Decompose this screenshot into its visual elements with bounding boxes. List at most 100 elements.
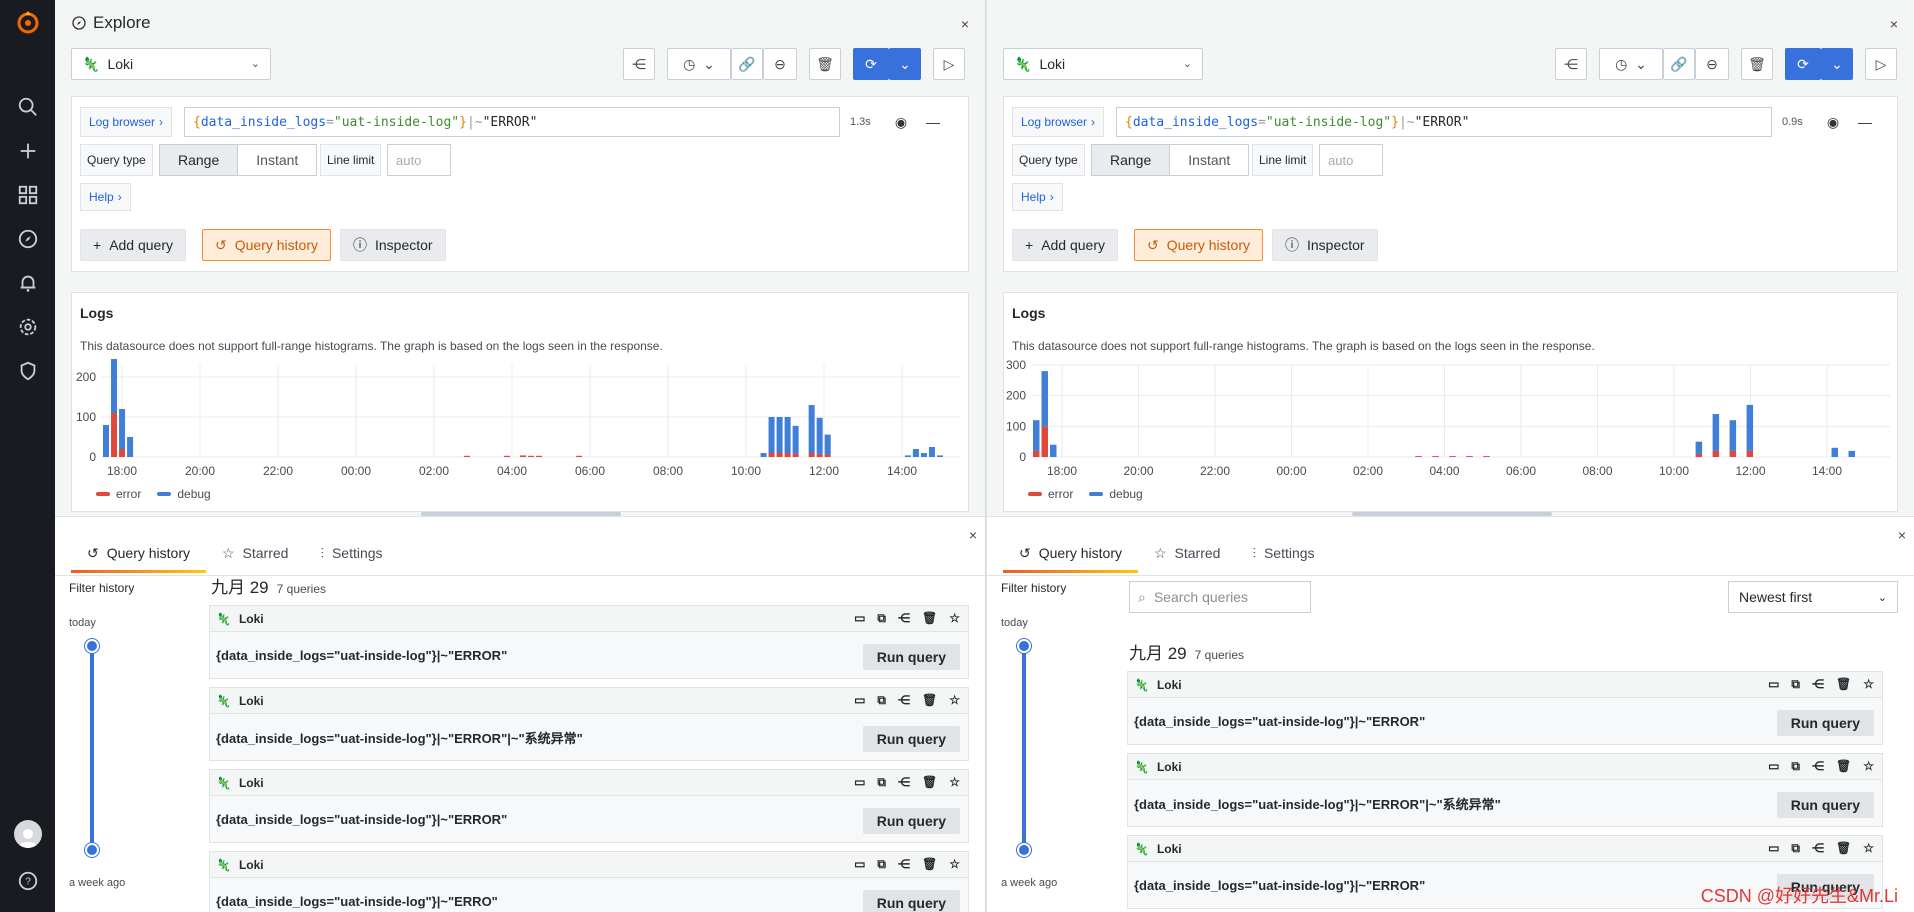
avatar[interactable] [13, 820, 42, 848]
star-icon[interactable]: ☆ [949, 857, 960, 872]
legend-debug[interactable]: debug [1089, 487, 1143, 501]
instant-option[interactable]: Instant [238, 145, 316, 175]
run-query-button[interactable]: ▷ [933, 48, 965, 80]
clear-button[interactable]: 🗑 [1741, 48, 1773, 80]
trash-icon[interactable]: 🗑 [1836, 759, 1851, 774]
legend-debug[interactable]: debug [157, 487, 211, 501]
copy-link-button[interactable]: 🔗 [731, 48, 763, 80]
range-option[interactable]: Range [160, 145, 239, 175]
copy-icon[interactable]: ⧉ [877, 857, 886, 872]
refresh-button[interactable]: ⟳ [853, 48, 889, 80]
datasource-picker[interactable]: 🦎 Loki ⌄ [71, 48, 271, 80]
slider-handle-bottom[interactable] [1017, 843, 1031, 857]
refresh-button[interactable]: ⟳ [1785, 48, 1821, 80]
comment-icon[interactable]: ▭ [854, 857, 865, 872]
help-button[interactable]: Help › [1012, 183, 1063, 211]
log-browser-button[interactable]: Log browser › [1012, 107, 1105, 137]
comment-icon[interactable]: ▭ [1768, 759, 1779, 774]
comment-icon[interactable]: ▭ [854, 611, 865, 626]
add-query-button[interactable]: + Add query [80, 229, 187, 261]
close-icon[interactable]: × [961, 16, 969, 32]
share-icon[interactable]: ⋲ [898, 611, 910, 626]
run-query-button[interactable]: Run query [862, 726, 960, 752]
share-button[interactable]: ⋲ [1555, 48, 1587, 80]
gear-icon[interactable] [17, 316, 39, 338]
datasource-picker[interactable]: 🦎 Loki ⌄ [1003, 48, 1203, 80]
copy-link-button[interactable]: 🔗 [1663, 48, 1695, 80]
sort-select[interactable]: Newest first ⌄ [1728, 581, 1898, 613]
tab-starred[interactable]: ☆ Starred [206, 535, 304, 571]
run-query-button[interactable]: ▷ [1865, 48, 1897, 80]
collapse-icon[interactable]: — [1850, 107, 1880, 137]
copy-icon[interactable]: ⧉ [877, 611, 886, 626]
time-picker-button[interactable]: ◷ ⌄ [1599, 48, 1663, 80]
grafana-logo-icon[interactable] [14, 8, 42, 36]
clear-button[interactable]: 🗑 [809, 48, 841, 80]
share-icon[interactable]: ⋲ [1812, 677, 1824, 692]
query-history-button[interactable]: ↺ Query history [202, 229, 331, 261]
trash-icon[interactable]: 🗑 [922, 775, 937, 790]
star-icon[interactable]: ☆ [949, 611, 960, 626]
comment-icon[interactable]: ▭ [1768, 841, 1779, 856]
copy-icon[interactable]: ⧉ [877, 693, 886, 708]
history-range-slider[interactable] [1022, 645, 1026, 851]
inspector-button[interactable]: ⓘ Inspector [1272, 229, 1378, 261]
share-icon[interactable]: ⋲ [1812, 841, 1824, 856]
slider-handle-top[interactable] [85, 639, 99, 653]
tab-query-history[interactable]: ↺ Query history [1003, 535, 1138, 573]
range-option[interactable]: Range [1092, 145, 1171, 175]
comment-icon[interactable]: ▭ [1768, 677, 1779, 692]
query-input[interactable]: {data_inside_logs = "uat-inside-log"} |~ "ER… [1116, 107, 1772, 137]
tab-starred[interactable]: ☆ Starred [1138, 535, 1236, 571]
query-type-toggle[interactable]: Range Instant [159, 144, 318, 176]
eye-icon[interactable]: ◉ [886, 107, 916, 137]
share-icon[interactable]: ⋲ [898, 857, 910, 872]
share-icon[interactable]: ⋲ [898, 693, 910, 708]
legend-error[interactable]: error [96, 487, 141, 501]
copy-icon[interactable]: ⧉ [1791, 759, 1800, 774]
slider-handle-bottom[interactable] [85, 843, 99, 857]
share-icon[interactable]: ⋲ [898, 775, 910, 790]
zoom-out-button[interactable]: ⊖ [1695, 48, 1729, 80]
line-limit-input[interactable]: auto [387, 144, 451, 176]
refresh-interval-button[interactable]: ⌄ [889, 48, 921, 80]
close-icon[interactable]: × [1890, 16, 1898, 32]
plus-icon[interactable] [17, 140, 39, 162]
run-query-button[interactable]: Run query [1776, 710, 1874, 736]
star-icon[interactable]: ☆ [949, 693, 960, 708]
slider-handle-top[interactable] [1017, 639, 1031, 653]
add-query-button[interactable]: + Add query [1012, 229, 1119, 261]
refresh-interval-button[interactable]: ⌄ [1821, 48, 1853, 80]
trash-icon[interactable]: 🗑 [1836, 841, 1851, 856]
share-button[interactable]: ⋲ [623, 48, 655, 80]
instant-option[interactable]: Instant [1170, 145, 1248, 175]
query-history-button[interactable]: ↺ Query history [1134, 229, 1263, 261]
bell-icon[interactable] [17, 272, 39, 294]
dashboards-icon[interactable] [17, 184, 39, 206]
help-button[interactable]: Help › [80, 183, 131, 211]
close-icon[interactable]: × [1898, 527, 1906, 543]
copy-icon[interactable]: ⧉ [1791, 677, 1800, 692]
run-query-button[interactable]: Run query [1776, 792, 1874, 818]
history-range-slider[interactable] [90, 645, 94, 851]
query-input[interactable]: {data_inside_logs = "uat-inside-log"} |~ "ER… [184, 107, 840, 137]
trash-icon[interactable]: 🗑 [922, 857, 937, 872]
search-input[interactable]: ⌕ Search queries [1129, 581, 1311, 613]
tab-settings[interactable]: ⫶ Settings [304, 535, 398, 571]
help-icon[interactable]: ? [17, 870, 39, 892]
tab-settings[interactable]: ⫶ Settings [1236, 535, 1330, 571]
tab-query-history[interactable]: ↺ Query history [71, 535, 206, 573]
inspector-button[interactable]: ⓘ Inspector [340, 229, 446, 261]
copy-icon[interactable]: ⧉ [877, 775, 886, 790]
star-icon[interactable]: ☆ [1863, 677, 1874, 692]
zoom-out-button[interactable]: ⊖ [763, 48, 797, 80]
legend-error[interactable]: error [1028, 487, 1073, 501]
query-type-toggle[interactable]: Range Instant [1091, 144, 1250, 176]
compass-icon[interactable] [17, 228, 39, 250]
shield-icon[interactable] [17, 360, 39, 382]
trash-icon[interactable]: 🗑 [922, 611, 937, 626]
trash-icon[interactable]: 🗑 [922, 693, 937, 708]
run-query-button[interactable]: Run query [862, 808, 960, 834]
run-query-button[interactable]: Run query [862, 890, 960, 912]
log-browser-button[interactable]: Log browser › [80, 107, 173, 137]
